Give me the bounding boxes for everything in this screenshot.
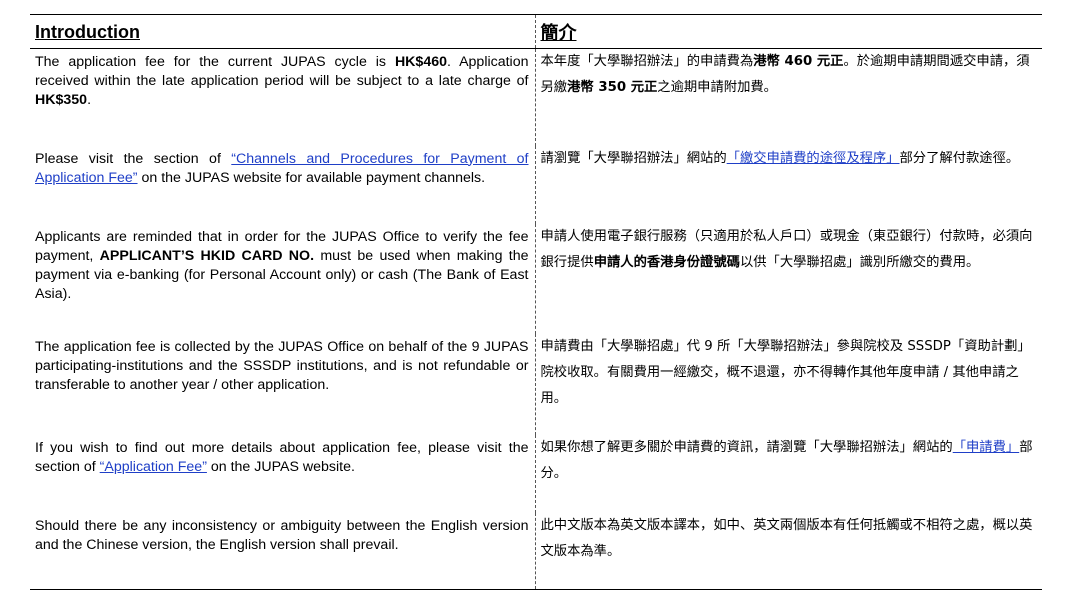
text-run: on the JUPAS website for available payme… — [137, 169, 486, 186]
header-row: Introduction 簡介 — [30, 14, 1042, 49]
table-body: The application fee for the current JUPA… — [30, 48, 1042, 590]
text-run: The application fee for the current JUPA… — [35, 54, 395, 70]
table-row: Should there be any inconsistency or amb… — [30, 512, 1042, 590]
text-run: 如果你想了解更多關於申請費的資訊，請瀏覽「大學聯招辦法」網站的 — [540, 439, 953, 455]
chinese-cell: 此中文版本為英文版本譯本，如中、英文兩個版本有任何抵觸或不相符之處，概以英文版本… — [534, 512, 1042, 590]
chinese-cell: 本年度「大學聯招辦法」的申請費為港幣 460 元正。於逾期申請期間遞交申請，須另… — [534, 48, 1042, 146]
text-run: 之逾期申請附加費。 — [657, 80, 777, 95]
text-run: Please visit the section of — [35, 150, 232, 167]
chinese-cell: 如果你想了解更多關於申請費的資訊，請瀏覽「大學聯招辦法」網站的「申請費」部分。 — [534, 434, 1042, 513]
english-cell: Applicants are reminded that in order fo… — [30, 224, 535, 334]
chinese-link[interactable]: 「申請費」 — [953, 440, 1019, 455]
text-run: 本年度「大學聯招辦法」的申請費為 — [540, 54, 754, 69]
bold-text: 申請人的香港身份證號碼 — [593, 254, 740, 270]
table-row: The application fee for the current JUPA… — [30, 48, 1042, 146]
text-run: 請瀏覽「大學聯招辦法」網站的 — [540, 150, 727, 166]
bold-text: 港幣 350 元正 — [567, 80, 658, 95]
text-run: 部分了解付款途徑。 — [899, 150, 1020, 166]
text-run: 申請費由「大學聯招處」代 9 所「大學聯招辦法」參與院校及 SSSDP「資助計劃… — [540, 338, 1031, 406]
bold-text: APPLICANT’S HKID CARD NO. — [99, 247, 315, 264]
english-cell: If you wish to find out more details abo… — [30, 435, 535, 513]
english-cell: Should there be any inconsistency or amb… — [30, 512, 535, 590]
text-run: . — [87, 92, 92, 108]
table-row: Please visit the section of “Channels an… — [30, 145, 1042, 224]
fee-document: Introduction 簡介 The application fee for … — [30, 14, 1042, 590]
chinese-link[interactable]: 「繳交申請費的途徑及程序」 — [727, 151, 900, 166]
english-cell: The application fee for the current JUPA… — [30, 49, 535, 146]
text-run: 此中文版本為英文版本譯本，如中、英文兩個版本有任何抵觸或不相符之處，概以英文版本… — [540, 517, 1033, 559]
text-run: on the JUPAS website. — [206, 458, 355, 475]
english-cell: The application fee is collected by the … — [30, 334, 535, 435]
chinese-cell: 請瀏覽「大學聯招辦法」網站的「繳交申請費的途徑及程序」部分了解付款途徑。 — [534, 145, 1042, 224]
bilingual-table: Introduction 簡介 The application fee for … — [30, 14, 1042, 590]
bold-text: HK$460 — [394, 54, 447, 70]
text-run: 以供「大學聯招處」識別所繳交的費用。 — [739, 254, 980, 270]
table-row: If you wish to find out more details abo… — [30, 434, 1042, 513]
english-link[interactable]: “Application Fee” — [100, 459, 207, 475]
text-run: Should there be any inconsistency or amb… — [35, 517, 529, 553]
heading-chinese: 簡介 — [534, 14, 1042, 49]
english-cell: Please visit the section of “Channels an… — [30, 146, 535, 224]
chinese-cell: 申請費由「大學聯招處」代 9 所「大學聯招辦法」參與院校及 SSSDP「資助計劃… — [534, 333, 1042, 435]
table-row: Applicants are reminded that in order fo… — [30, 223, 1042, 334]
chinese-cell: 申請人使用電子銀行服務（只適用於私人戶口）或現金（東亞銀行）付款時，必須向銀行提… — [534, 223, 1042, 334]
table-row: The application fee is collected by the … — [30, 333, 1042, 435]
heading-english: Introduction — [30, 14, 535, 49]
text-run: The application fee is collected by the … — [35, 338, 529, 393]
bold-text: HK$350 — [35, 92, 88, 108]
bold-text: 港幣 460 元正 — [753, 54, 844, 69]
